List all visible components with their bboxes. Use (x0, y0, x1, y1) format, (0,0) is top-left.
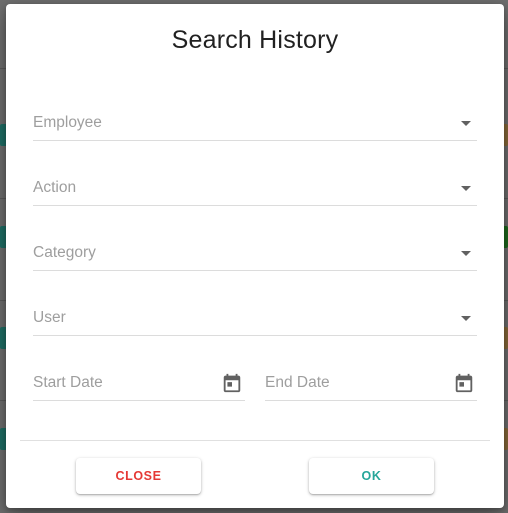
employee-select[interactable]: Employee (33, 106, 477, 141)
end-date-field[interactable]: End Date (265, 366, 477, 401)
start-date-label: Start Date (33, 374, 103, 391)
action-label: Action (33, 179, 77, 196)
calendar-icon[interactable] (453, 372, 475, 394)
search-history-dialog: Search History Employee Action Category … (6, 4, 504, 508)
dialog-actions-divider (20, 440, 490, 441)
employee-label: Employee (33, 114, 102, 131)
chevron-down-icon[interactable] (461, 186, 471, 191)
ok-button[interactable]: OK (309, 458, 434, 494)
chevron-down-icon[interactable] (461, 316, 471, 321)
action-select[interactable]: Action (33, 171, 477, 206)
dialog-title: Search History (171, 26, 339, 54)
end-date-label: End Date (265, 374, 330, 391)
user-label: User (33, 309, 66, 326)
category-select[interactable]: Category (33, 236, 477, 271)
user-select[interactable]: User (33, 301, 477, 336)
category-label: Category (33, 244, 96, 261)
close-button[interactable]: CLOSE (76, 458, 201, 494)
chevron-down-icon[interactable] (461, 251, 471, 256)
start-date-field[interactable]: Start Date (33, 366, 245, 401)
chevron-down-icon[interactable] (461, 121, 471, 126)
calendar-icon[interactable] (221, 372, 243, 394)
